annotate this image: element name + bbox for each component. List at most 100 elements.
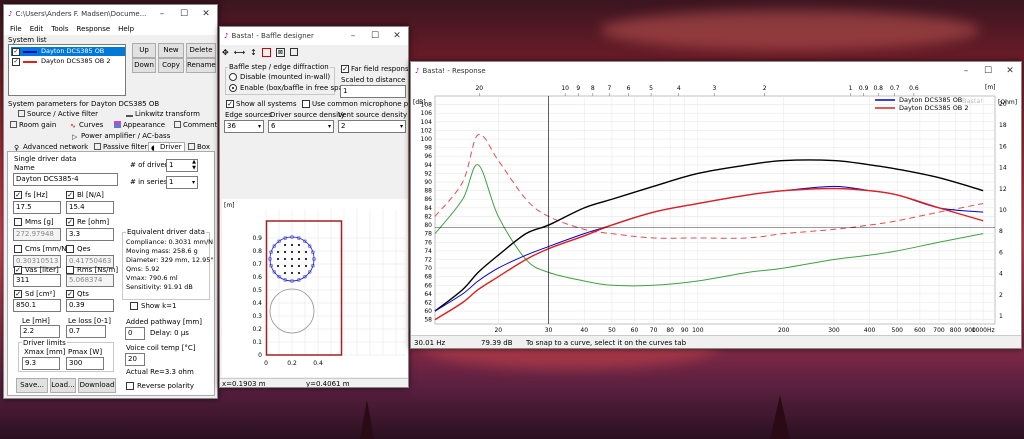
baffle-plot[interactable]: [m] 0.9 0.8 0.7 0.6 0.5 0.4 0.3 0.2 0.1 00 0.2 0.4: [222, 199, 408, 377]
height-icon[interactable]: ↕: [250, 48, 257, 57]
tab-power-amplifier[interactable]: ▷ Power amplifier / AC-bass: [72, 132, 170, 141]
reverse-polarity-checkbox[interactable]: [126, 382, 134, 390]
tab-passive-filter[interactable]: Passive filter: [94, 143, 147, 151]
bl-checkbox[interactable]: ✓: [66, 191, 74, 199]
xmax-field[interactable]: 9.3: [22, 357, 60, 370]
response-chart[interactable]: 1081061041021009896949290888684828078767…: [411, 80, 1022, 336]
added-field[interactable]: 0: [125, 327, 145, 340]
re-field[interactable]: 3.3: [66, 228, 114, 241]
farfield-checkbox[interactable]: ✓: [341, 65, 349, 73]
close-button[interactable]: ✕: [999, 62, 1021, 80]
maximize-button[interactable]: ☐: [364, 27, 386, 45]
fs-checkbox[interactable]: ✓: [14, 191, 22, 199]
showk1-checkbox[interactable]: [130, 302, 138, 310]
tab-comment[interactable]: Comment: [174, 121, 217, 129]
rms-field[interactable]: 5.068374: [66, 274, 114, 287]
up-button[interactable]: Up: [132, 43, 156, 58]
tab-linkwitz[interactable]: Linkwitz transform: [126, 110, 200, 118]
qes-checkbox[interactable]: [66, 245, 74, 253]
tab-curves[interactable]: ∿ Curves: [70, 121, 103, 130]
farfield-label: Far field response: [351, 65, 409, 73]
density-select[interactable]: 6 ▾: [268, 120, 334, 133]
system-list[interactable]: Dayton DCS385 OB ✓ Dayton DCS385 OB 2 ✓: [8, 44, 126, 96]
minimize-button[interactable]: –: [151, 5, 173, 23]
scaled-field[interactable]: 1: [340, 85, 406, 98]
minimize-button[interactable]: –: [342, 27, 364, 45]
load-button[interactable]: Load...: [50, 378, 76, 393]
move-icon[interactable]: ✥: [222, 48, 229, 57]
delete-button[interactable]: Delete: [186, 43, 216, 58]
y-tick-label: 82: [424, 213, 432, 220]
menu-file[interactable]: File: [10, 25, 22, 33]
chevron-down-icon[interactable]: ▾: [192, 177, 195, 188]
close-button[interactable]: ✕: [386, 27, 408, 45]
tab-advanced-network[interactable]: ♀ Advanced network: [14, 143, 88, 152]
minimize-button[interactable]: –: [955, 62, 977, 80]
status-x: x=0.1903 m: [222, 380, 266, 388]
baffle-toolbar: ✥ ⟷ ↕ ⊠: [222, 46, 298, 58]
tab-driver[interactable]: ◖ Driver: [148, 142, 185, 152]
re-checkbox[interactable]: ✓: [66, 218, 74, 226]
vas-field[interactable]: 311: [13, 274, 61, 287]
y-tick-label: 94: [424, 162, 432, 169]
vent-select[interactable]: 2 ▾: [338, 120, 406, 133]
width-icon[interactable]: ⟷: [234, 48, 245, 57]
square-icon[interactable]: [289, 48, 298, 56]
tab-appearance[interactable]: Appearance: [114, 121, 165, 129]
menu-response[interactable]: Response: [77, 25, 111, 33]
system-checkbox[interactable]: ✓: [12, 48, 20, 56]
grid-icon[interactable]: ⊠: [275, 47, 285, 57]
title-bar: ♪ Basta! - Response – ☐ ✕: [411, 62, 1021, 80]
enable-radio[interactable]: [229, 84, 237, 92]
fs-field[interactable]: 17.5: [13, 201, 61, 214]
mms-checkbox[interactable]: [14, 218, 22, 226]
disable-radio[interactable]: [229, 73, 237, 81]
maximize-button[interactable]: ☐: [173, 5, 195, 23]
common-mic-checkbox[interactable]: [302, 100, 310, 108]
status-bar: 30.01 Hz 79.39 dB To snap to a curve, se…: [411, 335, 1021, 348]
nseries-select[interactable]: 1 ▾: [166, 176, 198, 189]
menu-tools[interactable]: Tools: [51, 25, 68, 33]
vas-checkbox[interactable]: ✓: [14, 266, 22, 274]
chevron-down-icon[interactable]: ▾: [328, 121, 331, 132]
qts-checkbox[interactable]: ✓: [66, 290, 74, 298]
chevron-down-icon[interactable]: ▾: [258, 121, 261, 132]
sd-checkbox[interactable]: ✓: [14, 290, 22, 298]
ndrivers-spinner[interactable]: 1 ▲ ▼: [166, 159, 198, 172]
leloss-field[interactable]: 0.7: [66, 325, 106, 338]
chevron-down-icon[interactable]: ▾: [400, 121, 403, 132]
mms-field[interactable]: 272.97948: [13, 228, 61, 241]
new-button[interactable]: New: [158, 43, 184, 58]
vctemp-field[interactable]: 20: [125, 353, 145, 366]
edge-select[interactable]: 36 ▾: [224, 120, 264, 133]
rms-label: Rms [Ns/m]: [77, 266, 119, 274]
menu-help[interactable]: Help: [118, 25, 134, 33]
rename-button[interactable]: Rename: [186, 58, 216, 73]
bl-field[interactable]: 15.4: [66, 201, 114, 214]
sd-field[interactable]: 850.1: [13, 299, 61, 312]
rms-checkbox[interactable]: [66, 266, 74, 274]
qts-field[interactable]: 0.39: [66, 299, 114, 312]
tab-box[interactable]: Box: [188, 143, 210, 151]
download-button[interactable]: Download: [78, 378, 116, 393]
le-field[interactable]: 2.2: [20, 325, 60, 338]
copy-button[interactable]: Copy: [158, 58, 184, 73]
show-all-checkbox[interactable]: ✓: [226, 100, 234, 108]
close-button[interactable]: ✕: [195, 5, 217, 23]
save-button[interactable]: Save...: [16, 378, 48, 393]
cms-checkbox[interactable]: [14, 245, 22, 253]
pmax-field[interactable]: 300: [66, 357, 104, 370]
maximize-button[interactable]: ☐: [977, 62, 999, 80]
system-checkbox[interactable]: ✓: [12, 58, 20, 66]
name-field[interactable]: Dayton DCS385-4: [13, 173, 118, 186]
disable-label: Disable (mounted in-wall): [240, 73, 331, 81]
spinner-arrows-icon[interactable]: ▲ ▼: [192, 159, 196, 171]
source-dot: [291, 272, 293, 274]
tab-room-gain[interactable]: Room gain: [10, 121, 56, 129]
x-tick-label: 700: [933, 327, 945, 334]
menu-edit[interactable]: Edit: [30, 25, 44, 33]
down-button[interactable]: Down: [132, 58, 156, 73]
edge-icon[interactable]: [261, 47, 271, 57]
tab-source-filter[interactable]: Source / Active filter: [18, 110, 98, 118]
axis-unit: [m]: [224, 202, 235, 209]
